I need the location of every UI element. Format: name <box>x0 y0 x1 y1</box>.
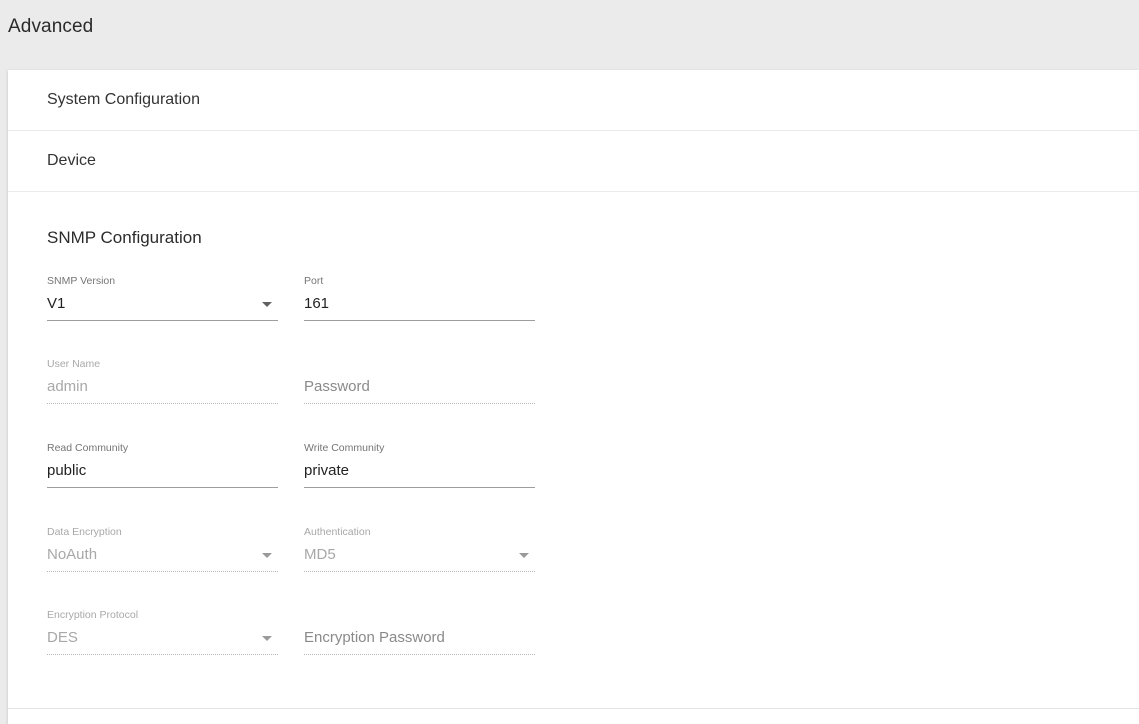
authentication-select[interactable]: Authentication MD5 <box>304 526 535 578</box>
port-label: Port <box>304 275 324 287</box>
field-underline <box>47 403 278 404</box>
field-underline <box>47 571 278 572</box>
encryption-password-field[interactable]: Encryption Password <box>304 609 535 661</box>
field-underline <box>47 487 278 488</box>
data-encryption-label: Data Encryption <box>47 526 122 538</box>
encryption-protocol-label: Encryption Protocol <box>47 609 139 621</box>
authentication-value: MD5 <box>304 546 336 563</box>
write-community-field[interactable]: Write Community private <box>304 442 535 494</box>
snmp-configuration-title: SNMP Configuration <box>47 228 202 247</box>
snmp-version-label: SNMP Version <box>47 275 116 287</box>
data-encryption-select[interactable]: Data Encryption NoAuth <box>47 526 278 578</box>
read-community-value: public <box>47 462 87 479</box>
settings-card: System Configuration Device SNMP Configu… <box>8 70 1139 724</box>
field-underline <box>304 403 535 404</box>
field-underline <box>47 320 278 321</box>
write-community-value: private <box>304 462 350 479</box>
field-underline <box>304 654 535 655</box>
port-value: 161 <box>304 295 330 312</box>
password-placeholder: Password <box>304 378 370 395</box>
field-underline <box>47 654 278 655</box>
section-system-configuration-label: System Configuration <box>47 91 200 108</box>
page-title: Advanced <box>8 16 94 37</box>
port-field[interactable]: Port 161 <box>304 275 535 327</box>
write-community-label: Write Community <box>304 442 385 454</box>
snmp-version-value: V1 <box>47 295 66 312</box>
encryption-protocol-select[interactable]: Encryption Protocol DES <box>47 609 278 661</box>
caret-down-icon[interactable] <box>262 553 272 558</box>
snmp-version-select[interactable]: SNMP Version V1 <box>47 275 278 327</box>
read-community-label: Read Community <box>47 442 129 454</box>
user-name-value: admin <box>47 378 88 395</box>
field-underline <box>304 571 535 572</box>
section-device[interactable]: Device <box>8 131 1139 192</box>
read-community-field[interactable]: Read Community public <box>47 442 278 494</box>
user-name-label: User Name <box>47 358 101 370</box>
data-encryption-value: NoAuth <box>47 546 98 563</box>
password-field[interactable]: Password <box>304 358 535 410</box>
field-underline <box>304 487 535 488</box>
snmp-configuration-panel: SNMP Configuration SNMP Version V1 Port … <box>8 192 1139 709</box>
encryption-password-placeholder: Encryption Password <box>304 629 445 646</box>
caret-down-icon[interactable] <box>519 553 529 558</box>
section-device-label: Device <box>47 152 96 169</box>
caret-down-icon[interactable] <box>262 302 272 307</box>
section-system-configuration[interactable]: System Configuration <box>8 70 1139 131</box>
field-underline <box>304 320 535 321</box>
encryption-protocol-value: DES <box>47 629 78 646</box>
caret-down-icon[interactable] <box>262 636 272 641</box>
authentication-label: Authentication <box>304 526 371 538</box>
user-name-field[interactable]: User Name admin <box>47 358 278 410</box>
